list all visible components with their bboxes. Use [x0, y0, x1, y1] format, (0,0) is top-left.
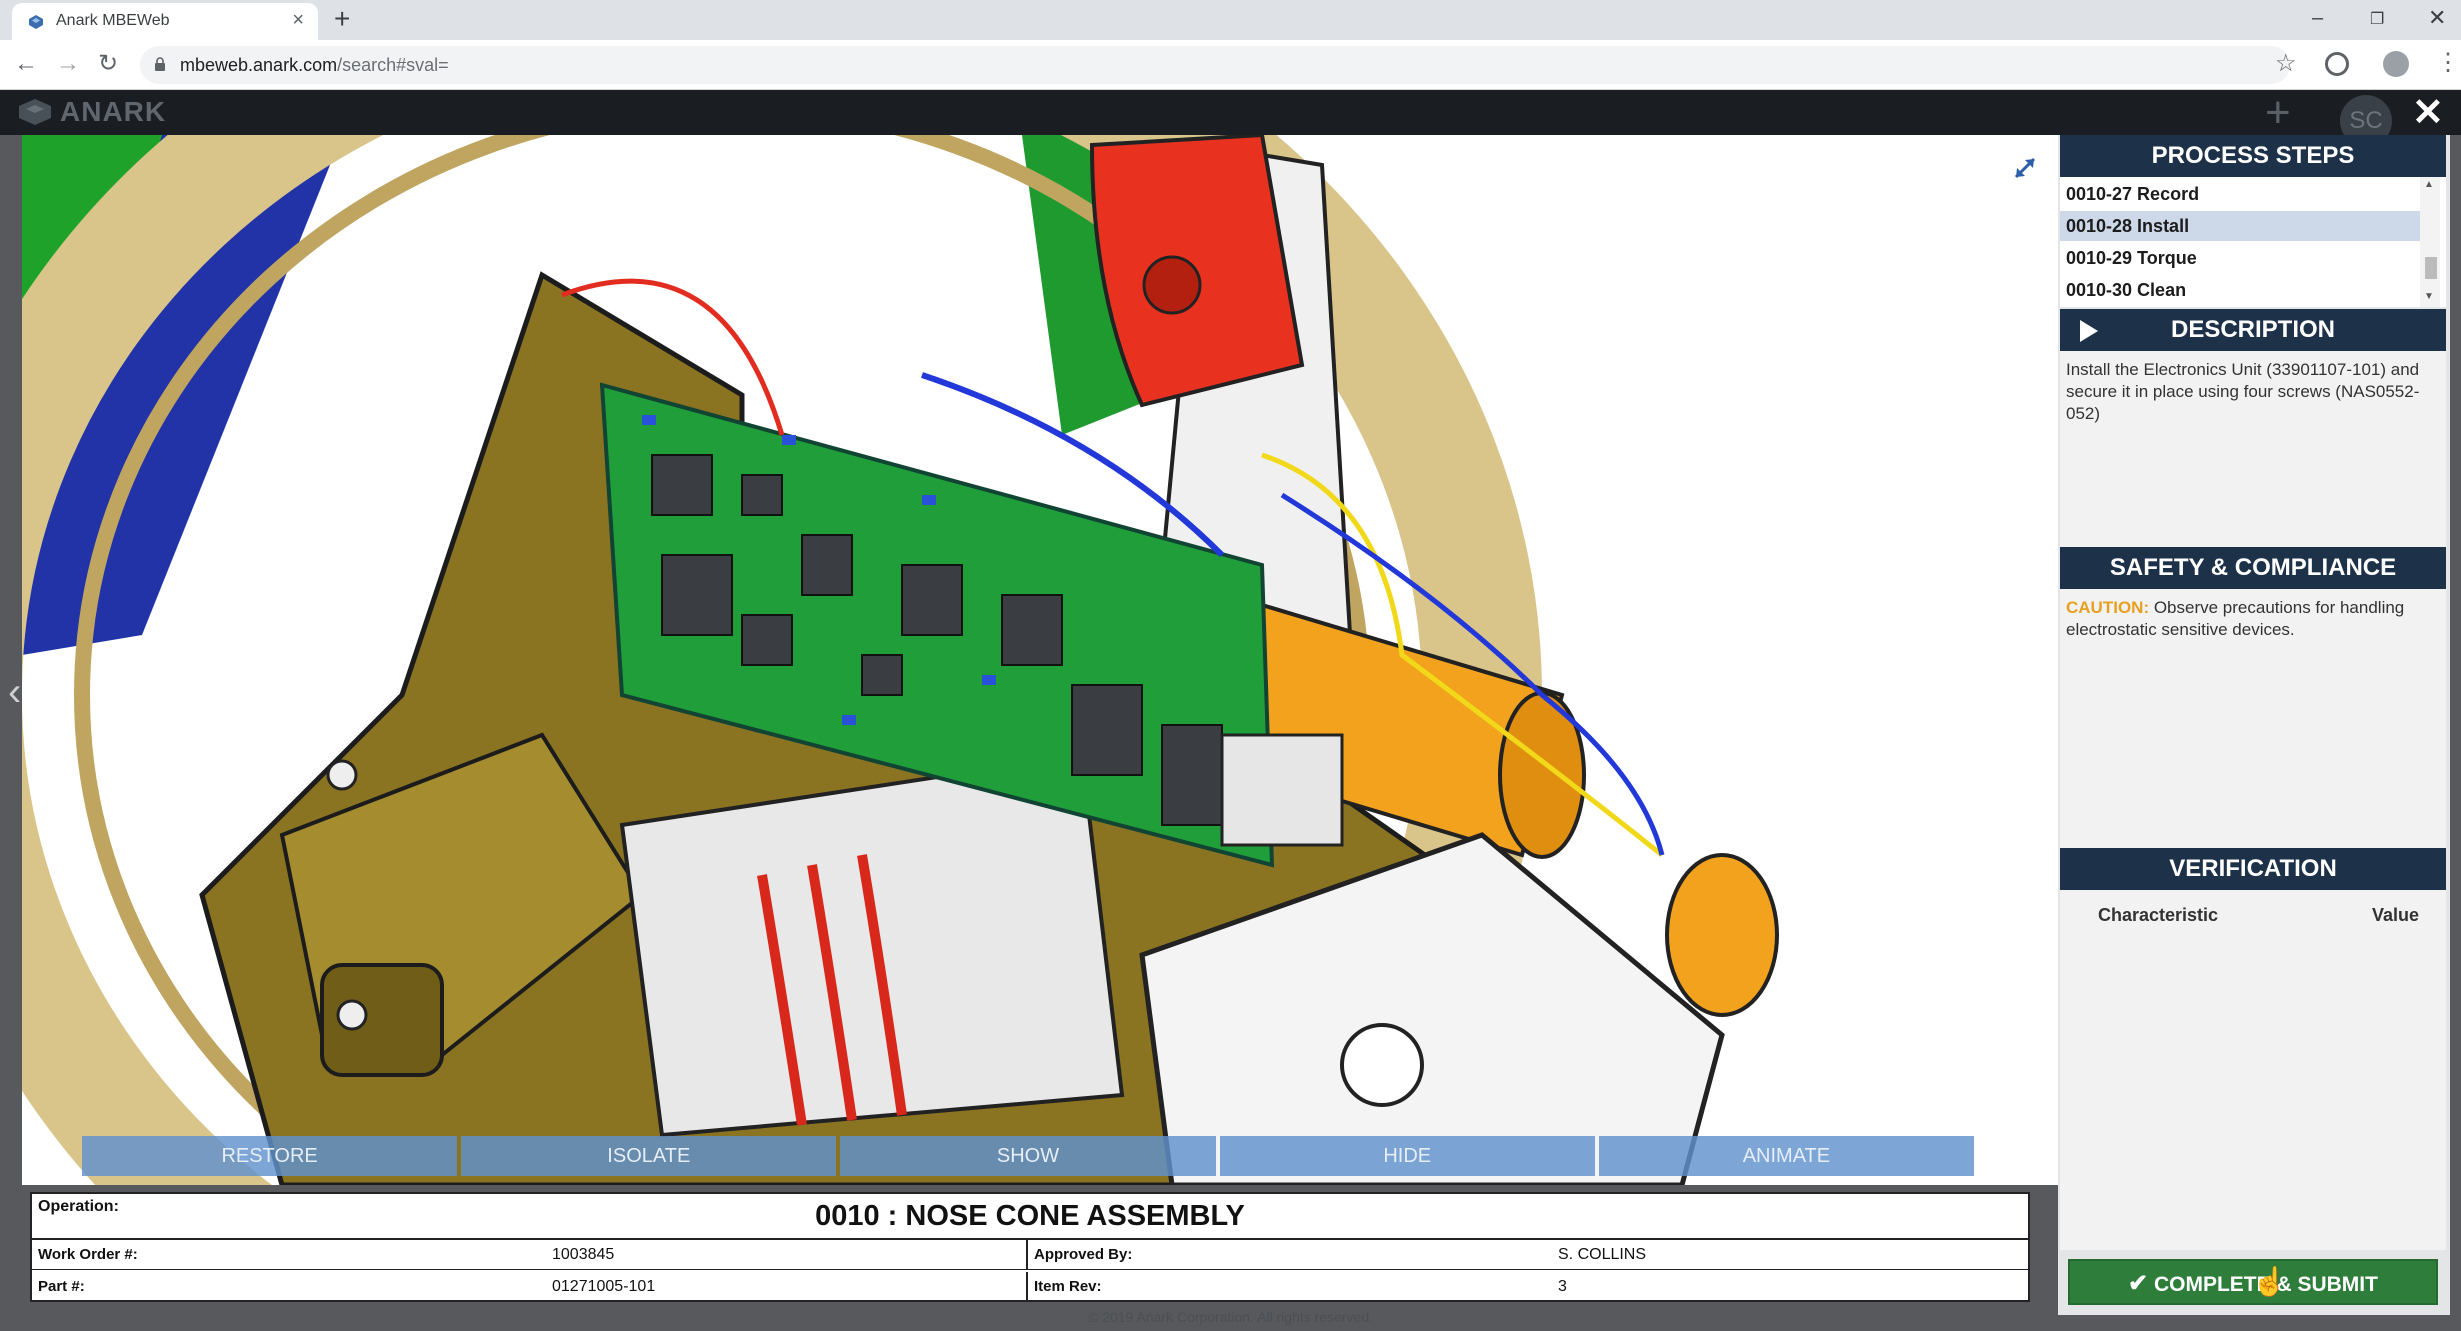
description-body: Install the Electronics Unit (33901107-1… — [2060, 351, 2446, 547]
browser-tab-strip: Anark MBEWeb × + – ❐ ✕ — [0, 0, 2461, 40]
white-bracket-hub — [1340, 1023, 1424, 1107]
part-value: 01271005-101 — [552, 1278, 656, 1295]
safety-header: SAFETY & COMPLIANCE — [2060, 547, 2446, 589]
url-text: mbeweb.anark.com/search#sval= — [180, 55, 449, 75]
board-connector-block — [1220, 733, 1344, 847]
app-header: ANARK + SC ✕ — [0, 91, 2461, 147]
minimize-icon[interactable]: – — [2312, 4, 2323, 32]
caution-label: CAUTION: — [2066, 598, 2150, 617]
operation-row-work-order: Work Order #: 1003845 Approved By: S. CO… — [32, 1240, 2028, 1270]
operation-title-row: Operation: 0010 : NOSE CONE ASSEMBLY — [32, 1194, 2028, 1240]
lock-icon — [155, 57, 165, 71]
extension-icon[interactable] — [2325, 52, 2349, 76]
verification-characteristic-header: Characteristic — [2098, 905, 2219, 925]
add-icon[interactable]: + — [2265, 91, 2291, 135]
play-icon[interactable] — [2080, 320, 2098, 342]
process-steps-header: PROCESS STEPS — [2060, 135, 2446, 177]
scroll-up-icon[interactable]: ▲ — [2424, 179, 2434, 191]
new-tab-icon[interactable]: + — [334, 4, 350, 34]
operation-info-table: Operation: 0010 : NOSE CONE ASSEMBLY Wor… — [30, 1192, 2030, 1302]
hand-cursor-icon: ☝ — [2252, 1266, 2287, 1297]
process-step-item[interactable]: 0010-30 Clean — [2060, 275, 2424, 305]
expand-icon[interactable] — [2010, 153, 2040, 183]
profile-icon[interactable] — [2383, 51, 2409, 77]
close-viewer-icon[interactable]: ✕ — [2412, 94, 2444, 132]
part-label: Part #: — [38, 1278, 85, 1295]
item-rev-label: Item Rev: — [1034, 1278, 1102, 1295]
verification-header: VERIFICATION — [2060, 848, 2446, 890]
hide-button[interactable]: HIDE — [1219, 1136, 1595, 1176]
process-step-item[interactable]: 0010-27 Record — [2060, 179, 2424, 209]
viewer-action-toolbar: RESTORE ISOLATE SHOW HIDE ANIMATE — [82, 1136, 1975, 1176]
approved-by-label: Approved By: — [1034, 1246, 1133, 1263]
forward-icon[interactable]: → — [56, 50, 80, 78]
orange-fitting — [1665, 853, 1779, 1017]
browser-tab[interactable]: Anark MBEWeb × — [12, 3, 318, 40]
window-close-icon[interactable]: ✕ — [2428, 4, 2446, 32]
screw-2 — [336, 999, 368, 1031]
browser-menu-icon[interactable]: ⋮ — [2436, 48, 2460, 78]
scroll-thumb[interactable] — [2425, 257, 2437, 279]
bookmark-star-icon[interactable]: ☆ — [2275, 50, 2297, 78]
reload-icon[interactable]: ↻ — [98, 50, 118, 78]
anark-logo-icon — [19, 99, 51, 125]
red-bracket-hole — [1142, 255, 1202, 315]
tab-close-icon[interactable]: × — [292, 9, 304, 31]
tab-title: Anark MBEWeb — [56, 12, 170, 29]
animate-button[interactable]: ANIMATE — [1598, 1136, 1975, 1176]
process-steps-scrollbar[interactable]: ▲ ▼ — [2420, 177, 2440, 307]
cad-model-render — [22, 135, 1779, 1185]
restore-window-icon[interactable]: ❐ — [2370, 6, 2384, 34]
3d-model-viewport[interactable] — [22, 135, 2058, 1185]
process-step-item[interactable]: 0010-29 Torque — [2060, 243, 2424, 273]
scroll-down-icon[interactable]: ▼ — [2424, 291, 2434, 303]
operation-row-part: Part #: 01271005-101 Item Rev: 3 — [32, 1272, 2028, 1302]
verification-table: Characteristic Value — [2060, 890, 2446, 1250]
back-icon[interactable]: ← — [14, 50, 38, 78]
operation-title: 0010 : NOSE CONE ASSEMBLY — [815, 1200, 1245, 1232]
address-toolbar: ← → ↻ mbeweb.anark.com/search#sval= ☆ ⋮ — [0, 40, 2461, 90]
check-icon: ✔ — [2128, 1270, 2149, 1297]
process-step-item-selected[interactable]: 0010-28 Install — [2060, 211, 2424, 241]
work-order-label: Work Order #: — [38, 1246, 138, 1263]
address-bar[interactable]: mbeweb.anark.com/search#sval= — [140, 46, 2290, 84]
approved-by-value: S. COLLINS — [1558, 1246, 1647, 1263]
show-button[interactable]: SHOW — [840, 1136, 1216, 1176]
anark-favicon-icon — [29, 15, 43, 29]
description-title: DESCRIPTION — [2170, 316, 2335, 343]
screw-1 — [326, 759, 358, 791]
item-rev-value: 3 — [1558, 1278, 1567, 1295]
process-steps-list: 0010-27 Record 0010-28 Install 0010-29 T… — [2060, 177, 2446, 307]
previous-arrow-icon[interactable]: ‹ — [8, 672, 21, 712]
description-header: DESCRIPTION — [2060, 309, 2446, 351]
work-order-value: 1003845 — [552, 1246, 615, 1263]
safety-body: CAUTION: Observe precautions for handlin… — [2060, 589, 2446, 848]
restore-button[interactable]: RESTORE — [82, 1136, 458, 1176]
isolate-button[interactable]: ISOLATE — [461, 1136, 837, 1176]
anark-logo: ANARK — [18, 96, 166, 127]
verification-value-header: Value — [2372, 905, 2420, 925]
